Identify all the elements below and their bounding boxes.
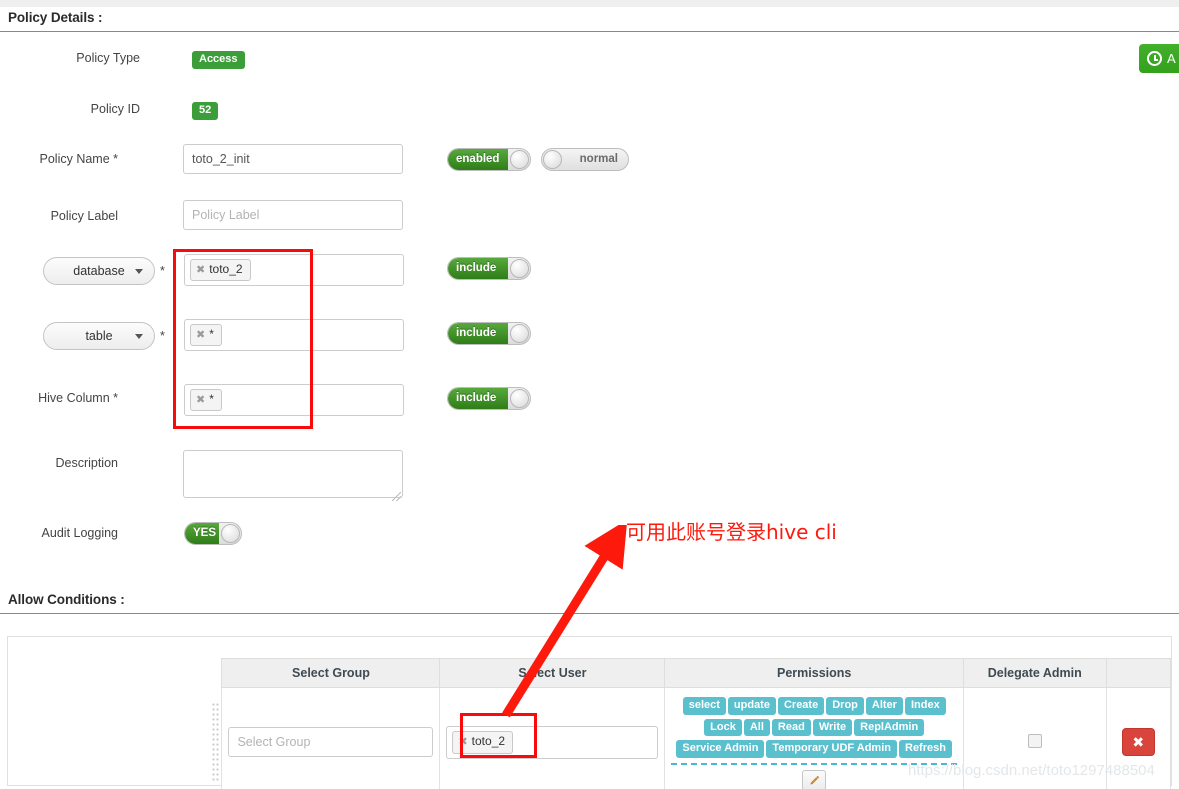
policy-type-value: Access [192,51,245,69]
policy-id-badge: 52 [192,100,219,120]
token-label: toto_2 [471,734,506,749]
column-permissions: Permissions [664,658,964,688]
resource-include-toggle-database[interactable]: include [447,257,531,280]
policy-type-label: Policy Type [76,51,140,65]
permission-badge-group: select update Create Drop Alter Index Lock All R… [671,694,957,765]
remove-token-icon[interactable]: ✖ [458,736,467,748]
audit-logging-toggle[interactable]: YES [184,522,242,545]
permission-badge: All [743,718,770,737]
column-delegate-admin: Delegate Admin [962,658,1107,688]
resource-selector-database[interactable]: database [43,257,155,285]
policy-override-label: normal [579,152,618,165]
policy-history-label: A [1167,51,1176,66]
policy-id-label: Policy ID [90,102,140,116]
audit-logging-value: YES [193,526,217,539]
include-label: include [456,326,497,339]
resource-selector-table[interactable]: table [43,322,155,350]
permission-badge: Temporary UDF Admin [766,740,897,758]
permission-badge: ReplAdmin [854,718,925,737]
resource-include-toggle-table[interactable]: include [447,322,531,345]
token-chip[interactable]: ✖ toto_2 [190,259,251,282]
token-label: toto_2 [209,262,243,276]
description-label: Description [55,456,118,470]
chevron-down-icon [135,334,143,339]
permission-badge: Alter [865,697,903,715]
policy-override-toggle[interactable]: normal [541,148,629,171]
policy-type-badge: Access [192,49,245,69]
remove-token-icon[interactable]: ✖ [196,394,205,406]
permission-badge: Drop [826,697,864,715]
resource-selector-database-label: database [73,264,125,278]
permission-badge: Create [777,697,825,715]
toggle-knob [510,150,529,169]
watermark: https://blog.csdn.net/toto1297488504 [908,762,1155,779]
annotation-note: 可用此账号登录hive cli [626,520,837,544]
permission-badge: select [682,697,726,715]
description-textarea[interactable] [183,450,403,498]
delete-row-button[interactable]: ✖ [1121,728,1155,757]
token-chip[interactable]: ✖ * [190,389,222,412]
drag-handle-icon[interactable] [211,702,220,783]
token-chip[interactable]: ✖ * [190,324,222,347]
resource-tokens-table[interactable]: ✖ * [184,319,404,352]
drag-handle-column [206,659,222,688]
allow-conditions-header: Allow Conditions : [0,591,1179,614]
delegate-admin-checkbox[interactable] [1027,733,1042,748]
policy-details-title: Policy Details : [8,10,103,25]
hive-column-label: Hive Column * [38,391,118,405]
toggle-knob [510,324,529,343]
policy-label-input[interactable] [183,200,403,230]
toggle-knob [543,150,562,169]
token-label: * [209,327,214,341]
permission-badge: Lock [704,718,742,737]
top-strip [0,0,1179,7]
select-user-tokenbox[interactable]: ✖ toto_2 [446,726,659,759]
policy-edit-page: Policy Details : A Policy Type Access Po… [0,0,1179,789]
resource-required-marker-1: * [160,329,165,343]
policy-name-label: Policy Name * [39,152,119,166]
cell-select-group [221,687,441,789]
resource-tokens-hive-column[interactable]: ✖ * [184,384,404,417]
policy-id-value: 52 [192,102,219,120]
token-chip[interactable]: ✖ toto_2 [452,731,514,754]
permission-badge: Write [812,718,853,737]
policy-status-label: enabled [456,152,500,165]
permission-badge: Service Admin [676,740,765,758]
permission-badge: Read [771,718,811,737]
resource-selector-table-label: table [85,329,113,343]
include-label: include [456,261,497,274]
close-icon: ✖ [1132,733,1145,750]
include-label: include [456,391,497,404]
resource-required-marker-0: * [160,264,165,278]
policy-details-header: Policy Details : [0,9,1179,32]
toggle-knob [221,524,240,543]
policy-history-button[interactable]: A [1139,44,1179,73]
toggle-knob [510,259,529,278]
remove-token-icon[interactable]: ✖ [196,329,205,341]
toggle-knob [510,389,529,408]
permission-badge: Index [904,697,946,715]
policy-name-input[interactable] [183,144,403,174]
row-drag-cell [206,688,222,789]
audit-logging-label: Audit Logging [41,526,118,540]
policy-label-label: Policy Label [50,209,118,223]
column-select-group: Select Group [221,658,441,688]
policy-status-toggle[interactable]: enabled [447,148,531,171]
column-actions [1105,658,1172,688]
table-header-row: Select Group Select User Permissions Del… [206,658,1172,688]
select-group-input[interactable] [228,727,434,758]
column-select-user: Select User [439,658,666,688]
permission-badge: Refresh [899,740,952,758]
cell-select-user: ✖ toto_2 [439,687,666,789]
pencil-icon [810,775,819,785]
permission-badge: update [727,697,776,715]
clock-icon [1147,51,1162,66]
resource-include-toggle-hive-column[interactable]: include [447,387,531,410]
edit-permissions-button[interactable] [802,769,827,789]
resource-tokens-database[interactable]: ✖ toto_2 [184,254,404,287]
remove-token-icon[interactable]: ✖ [196,264,205,276]
chevron-down-icon [135,269,143,274]
allow-conditions-title: Allow Conditions : [8,592,125,607]
token-label: * [209,392,214,406]
